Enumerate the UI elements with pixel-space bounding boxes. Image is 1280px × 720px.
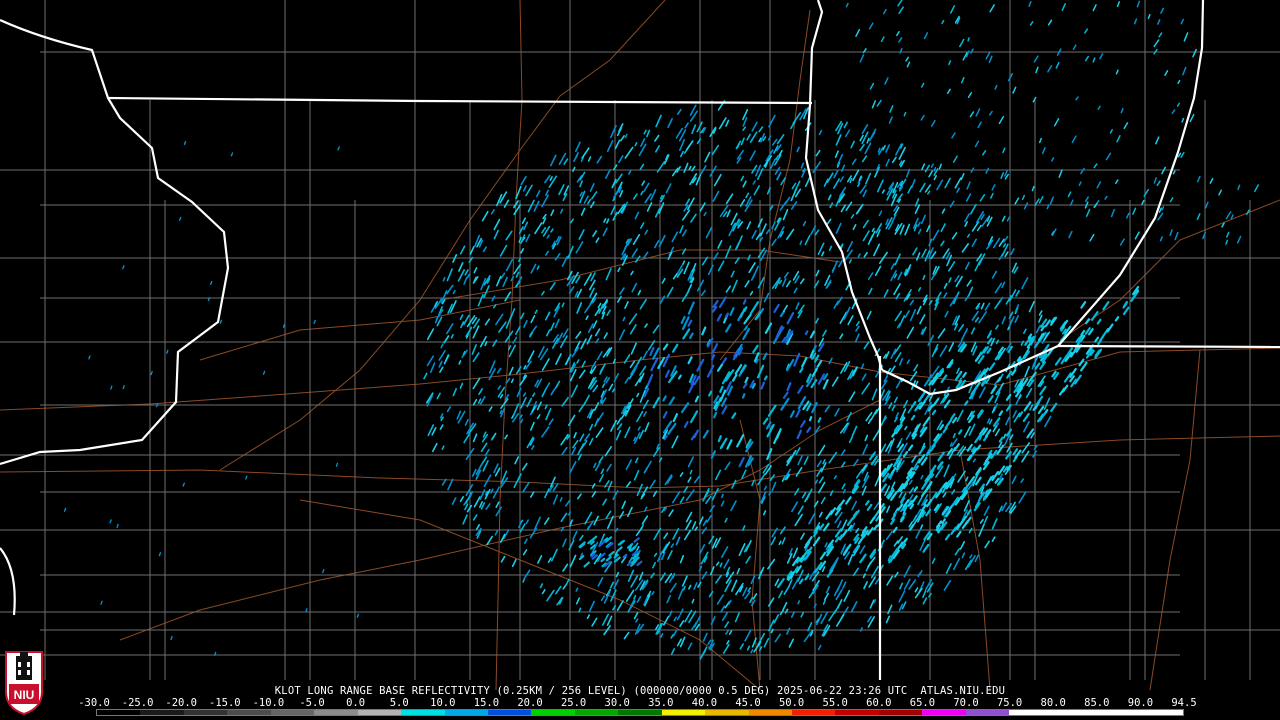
echo-streak bbox=[245, 475, 248, 480]
product-caption: KLOT LONG RANGE BASE REFLECTIVITY (0.25K… bbox=[274, 685, 1006, 697]
echo-streak bbox=[755, 358, 759, 364]
echo-streak bbox=[804, 330, 809, 336]
scale-label: -20.0 bbox=[165, 697, 197, 709]
scale-label: 80.0 bbox=[1040, 697, 1066, 709]
color-scale-segment bbox=[1009, 710, 1053, 715]
scale-label: 45.0 bbox=[735, 697, 761, 709]
echo-streak bbox=[742, 299, 747, 305]
echo-streak bbox=[207, 297, 211, 302]
scale-label: 5.0 bbox=[389, 697, 409, 709]
color-scale-segment bbox=[401, 710, 445, 715]
color-scale-segment bbox=[705, 710, 749, 715]
echo-streak bbox=[116, 523, 119, 528]
echo-streak bbox=[262, 370, 266, 375]
scale-label: 10.0 bbox=[430, 697, 456, 709]
scale-label: 20.0 bbox=[517, 697, 543, 709]
echo-streak bbox=[522, 578, 526, 583]
color-scale-segment bbox=[444, 710, 488, 715]
scale-label: 85.0 bbox=[1084, 697, 1110, 709]
color-scale-segment bbox=[531, 710, 575, 715]
echo-streak bbox=[219, 319, 223, 324]
scale-label: 35.0 bbox=[648, 697, 674, 709]
echo-streak bbox=[967, 37, 970, 42]
echo-streak bbox=[626, 561, 632, 567]
echo-streak bbox=[335, 462, 339, 467]
scale-label: -10.0 bbox=[252, 697, 285, 709]
echo-streak bbox=[150, 371, 153, 376]
state-border-line bbox=[1057, 344, 1280, 349]
color-scale-segment bbox=[965, 710, 1010, 715]
color-scale-segment bbox=[748, 710, 792, 715]
echo-streak bbox=[209, 280, 213, 286]
scale-label: 90.0 bbox=[1127, 697, 1154, 709]
color-scale-bar bbox=[96, 709, 1184, 716]
echo-streak bbox=[109, 519, 112, 524]
scale-label: 55.0 bbox=[822, 697, 848, 709]
echo-streak bbox=[100, 600, 103, 605]
echo-streak bbox=[213, 651, 217, 656]
scale-label: 15.0 bbox=[473, 697, 500, 709]
color-scale-segment bbox=[1139, 710, 1183, 715]
echo-streak bbox=[462, 350, 466, 356]
color-scale-segment bbox=[922, 710, 966, 715]
scale-label: -15.0 bbox=[208, 697, 241, 709]
color-scale-segment bbox=[835, 710, 879, 715]
color-scale-segment bbox=[661, 710, 706, 715]
echo-streak bbox=[166, 349, 169, 354]
echo-streak bbox=[743, 325, 748, 331]
scale-label: 70.0 bbox=[953, 697, 979, 709]
echo-streak bbox=[305, 608, 308, 613]
scale-label: 50.0 bbox=[778, 697, 805, 709]
echo-streak bbox=[763, 375, 768, 381]
color-scale-segment bbox=[574, 710, 619, 715]
color-scale-segment bbox=[618, 710, 662, 715]
echo-streak bbox=[155, 403, 159, 408]
scale-label: -25.0 bbox=[121, 697, 154, 709]
scale-label: 40.0 bbox=[691, 697, 718, 709]
scale-label: 94.5 bbox=[1171, 697, 1197, 709]
scale-label: 30.0 bbox=[604, 697, 630, 709]
echo-streak bbox=[122, 385, 125, 390]
echo-streak bbox=[677, 374, 682, 380]
radar-map bbox=[0, 0, 1280, 720]
color-scale-segment bbox=[97, 710, 141, 715]
color-scale-segment bbox=[878, 710, 923, 715]
echo-streak bbox=[183, 140, 187, 146]
echo-streak bbox=[322, 569, 325, 574]
scale-label: 60.0 bbox=[866, 697, 892, 709]
scale-label: 75.0 bbox=[996, 697, 1023, 709]
scale-label: 0.0 bbox=[346, 697, 366, 709]
echo-streak bbox=[63, 507, 67, 512]
echo-streak bbox=[720, 493, 724, 499]
color-scale-segment bbox=[357, 710, 402, 715]
niu-logo: NIU bbox=[4, 648, 44, 716]
color-scale-segment bbox=[792, 710, 836, 715]
echo-streak bbox=[282, 323, 286, 328]
color-scale-segment bbox=[1096, 710, 1140, 715]
echo-streak bbox=[499, 409, 503, 415]
color-scale-segment bbox=[227, 710, 271, 715]
scale-label: -5.0 bbox=[299, 697, 325, 709]
scale-label: 65.0 bbox=[909, 697, 936, 709]
echo-streak bbox=[178, 216, 182, 222]
echo-streak bbox=[808, 416, 813, 422]
echo-streak bbox=[356, 613, 360, 618]
scale-label: -30.0 bbox=[78, 697, 110, 709]
echo-streak bbox=[817, 417, 822, 423]
echo-streak bbox=[797, 600, 801, 605]
color-scale-segment bbox=[140, 710, 184, 715]
color-scale-segment bbox=[487, 710, 532, 715]
echo-streak bbox=[110, 385, 113, 390]
color-scale-segment bbox=[314, 710, 358, 715]
color-scale-segment bbox=[183, 710, 228, 715]
color-scale-segment bbox=[270, 710, 315, 715]
echo-streak bbox=[741, 393, 746, 399]
color-scale-segment bbox=[1052, 710, 1097, 715]
color-scale-labels: -30.0 -25.0 -20.0 -15.0 -10.0 -5.0 0.0 5.0 10.0 1… bbox=[78, 697, 1197, 709]
echo-streak bbox=[88, 355, 91, 360]
scale-label: 25.0 bbox=[560, 697, 587, 709]
